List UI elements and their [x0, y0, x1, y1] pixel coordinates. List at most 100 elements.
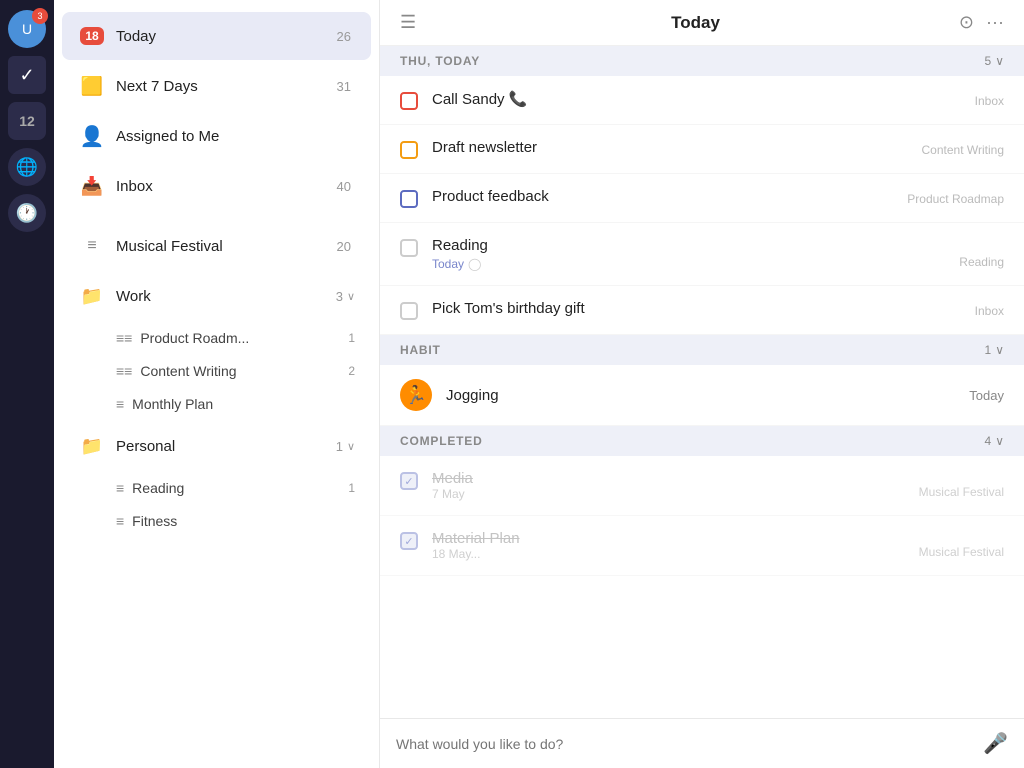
- work-chevron: ∨: [347, 290, 355, 303]
- next7days-icon: 🟨: [78, 72, 106, 100]
- more-options-icon[interactable]: ···: [986, 12, 1004, 33]
- task-meta-media: Musical Festival: [909, 485, 1004, 499]
- section-count-thu-today: 5 ∨: [985, 54, 1004, 68]
- task-draft-newsletter[interactable]: Draft newsletter Content Writing: [380, 125, 1024, 174]
- sidebar-item-next7days[interactable]: 🟨 Next 7 Days 31: [62, 62, 371, 110]
- musical-festival-icon: ≡: [78, 232, 106, 260]
- task-content-product-feedback: Product feedback: [432, 188, 897, 206]
- task-title-product-feedback: Product feedback: [432, 188, 549, 205]
- section-habit: HABIT 1 ∨: [380, 335, 1024, 365]
- today-icon: 18: [78, 22, 106, 50]
- task-checkbox-material-plan[interactable]: [400, 532, 418, 550]
- check-icon[interactable]: ✓: [8, 56, 46, 94]
- clock-icon[interactable]: 🕐: [8, 194, 46, 232]
- add-task-bar: 🎤: [380, 718, 1024, 768]
- sidebar: 18 Today 26 🟨 Next 7 Days 31 👤 Assigned …: [54, 0, 380, 768]
- sidebar-count-inbox: 40: [337, 179, 351, 194]
- settings-icon[interactable]: ⊙: [959, 12, 974, 33]
- reading-icon: ≡: [116, 480, 124, 496]
- task-title-material-plan: Material Plan: [432, 530, 909, 547]
- personal-chevron: ∨: [347, 440, 355, 453]
- personal-folder-icon: 📁: [78, 432, 106, 460]
- task-subtitle-material-plan: 18 May...: [432, 547, 909, 561]
- task-meta-product-feedback: Product Roadmap: [897, 192, 1004, 206]
- section-title-habit: HABIT: [400, 343, 441, 357]
- fitness-icon: ≡: [116, 513, 124, 529]
- num-badge[interactable]: 12: [8, 102, 46, 140]
- content-writing-icon: ≡≡: [116, 363, 132, 379]
- sidebar-count-musical-festival: 20: [337, 239, 351, 254]
- task-title-pick-birthday: Pick Tom's birthday gift: [432, 300, 585, 317]
- sidebar-child-reading[interactable]: ≡ Reading 1: [62, 472, 371, 504]
- task-checkbox-product-feedback[interactable]: [400, 190, 418, 208]
- sidebar-item-today[interactable]: 18 Today 26: [62, 12, 371, 60]
- inbox-icon: 📥: [78, 172, 106, 200]
- sidebar-label-next7days: Next 7 Days: [116, 78, 337, 95]
- section-title-thu-today: THU, TODAY: [400, 54, 480, 68]
- sidebar-count-next7days: 31: [337, 79, 351, 94]
- task-meta-draft-newsletter: Content Writing: [912, 143, 1004, 157]
- sidebar-label-work: Work: [116, 288, 336, 305]
- task-list: THU, TODAY 5 ∨ Call Sandy 📞 Inbox Draft …: [380, 46, 1024, 718]
- task-subtitle-reading: Today ◯: [432, 257, 949, 271]
- microphone-icon[interactable]: 🎤: [983, 731, 1008, 756]
- task-content-draft-newsletter: Draft newsletter: [432, 139, 912, 157]
- habit-title-jogging: Jogging: [446, 387, 969, 404]
- task-media[interactable]: Media 7 May Musical Festival: [380, 456, 1024, 516]
- task-title-reading: Reading: [432, 237, 949, 254]
- task-content-reading: Reading Today ◯: [432, 237, 949, 271]
- add-task-input[interactable]: [396, 736, 983, 752]
- globe-icon[interactable]: 🌐: [8, 148, 46, 186]
- task-content-call-sandy: Call Sandy 📞: [432, 90, 965, 109]
- menu-icon[interactable]: ☰: [400, 12, 416, 33]
- sidebar-count-reading: 1: [348, 481, 355, 495]
- main-header: ☰ Today ⊙ ···: [380, 0, 1024, 46]
- task-checkbox-media[interactable]: [400, 472, 418, 490]
- sidebar-item-assigned[interactable]: 👤 Assigned to Me: [62, 112, 371, 160]
- section-title-completed: COMPLETED: [400, 434, 483, 448]
- task-checkbox-pick-birthday[interactable]: [400, 302, 418, 320]
- task-product-feedback[interactable]: Product feedback Product Roadmap: [380, 174, 1024, 223]
- sidebar-item-work[interactable]: 📁 Work 3 ∨: [62, 272, 371, 320]
- habit-chevron[interactable]: ∨: [995, 343, 1004, 357]
- monthly-plan-icon: ≡: [116, 396, 124, 412]
- sidebar-item-inbox[interactable]: 📥 Inbox 40: [62, 162, 371, 210]
- task-material-plan[interactable]: Material Plan 18 May... Musical Festival: [380, 516, 1024, 576]
- sidebar-label-inbox: Inbox: [116, 178, 337, 195]
- work-folder-icon: 📁: [78, 282, 106, 310]
- habit-date-jogging: Today: [969, 388, 1004, 403]
- sidebar-count-work: 3: [336, 289, 343, 304]
- sidebar-label-product-roadmap: Product Roadm...: [140, 330, 348, 346]
- sidebar-child-fitness[interactable]: ≡ Fitness: [62, 505, 371, 537]
- sidebar-label-content-writing: Content Writing: [140, 363, 348, 379]
- section-count-completed: 4 ∨: [985, 434, 1004, 448]
- sidebar-item-musical-festival[interactable]: ≡ Musical Festival 20: [62, 222, 371, 270]
- sidebar-count-today: 26: [337, 29, 351, 44]
- section-thu-today: THU, TODAY 5 ∨: [380, 46, 1024, 76]
- sidebar-label-today: Today: [116, 28, 337, 45]
- user-avatar[interactable]: U 3: [8, 10, 46, 48]
- sidebar-label-monthly-plan: Monthly Plan: [132, 396, 355, 412]
- task-reading[interactable]: Reading Today ◯ Reading: [380, 223, 1024, 286]
- assigned-icon: 👤: [78, 122, 106, 150]
- sidebar-label-personal: Personal: [116, 438, 336, 455]
- task-checkbox-draft-newsletter[interactable]: [400, 141, 418, 159]
- sidebar-child-content-writing[interactable]: ≡≡ Content Writing 2: [62, 355, 371, 387]
- header-actions: ⊙ ···: [959, 12, 1004, 33]
- completed-chevron[interactable]: ∨: [995, 434, 1004, 448]
- icon-rail: U 3 ✓ 12 🌐 🕐: [0, 0, 54, 768]
- section-count-habit: 1 ∨: [985, 343, 1004, 357]
- sidebar-item-personal[interactable]: 📁 Personal 1 ∨: [62, 422, 371, 470]
- task-call-sandy[interactable]: Call Sandy 📞 Inbox: [380, 76, 1024, 125]
- sidebar-count-content-writing: 2: [348, 364, 355, 378]
- section-chevron[interactable]: ∨: [995, 54, 1004, 68]
- task-meta-pick-birthday: Inbox: [965, 304, 1004, 318]
- habit-jogging[interactable]: 🏃 Jogging Today: [380, 365, 1024, 426]
- sidebar-child-monthly-plan[interactable]: ≡ Monthly Plan: [62, 388, 371, 420]
- task-meta-reading: Reading: [949, 255, 1004, 269]
- sidebar-child-product-roadmap[interactable]: ≡≡ Product Roadm... 1: [62, 322, 371, 354]
- task-pick-birthday[interactable]: Pick Tom's birthday gift Inbox: [380, 286, 1024, 335]
- task-checkbox-call-sandy[interactable]: [400, 92, 418, 110]
- sidebar-count-product-roadmap: 1: [348, 331, 355, 345]
- task-checkbox-reading[interactable]: [400, 239, 418, 257]
